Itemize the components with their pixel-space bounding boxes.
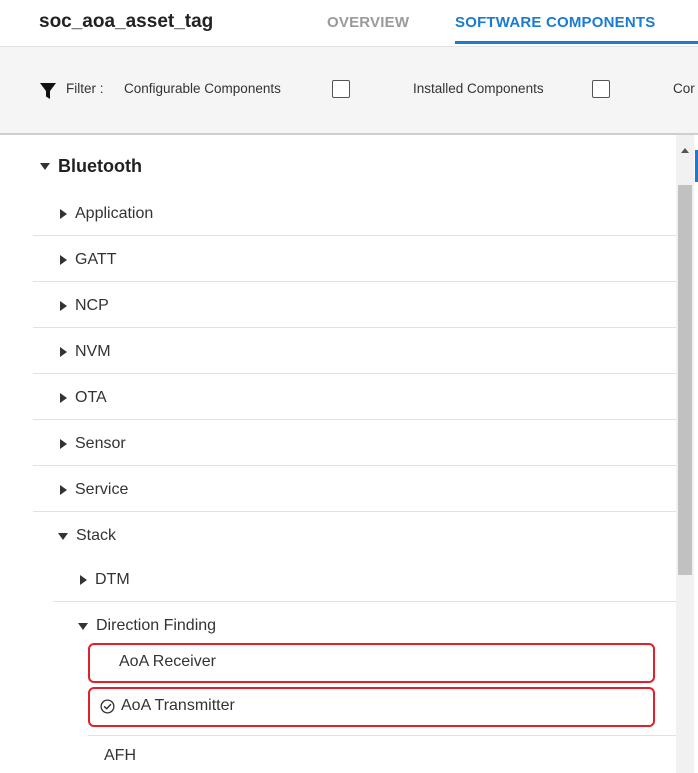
tree-item-dtm[interactable]: DTM xyxy=(53,557,676,602)
tree-item-direction-finding[interactable]: Direction Finding xyxy=(53,603,676,648)
tree-item-ota[interactable]: OTA xyxy=(33,375,676,420)
triangle-right-icon xyxy=(60,393,67,403)
tree-item-label: Service xyxy=(75,481,129,498)
check-circle-icon xyxy=(100,698,115,714)
tree-item-label: AoA Receiver xyxy=(119,653,216,670)
triangle-right-icon xyxy=(60,485,67,495)
tree-item-application[interactable]: Application xyxy=(33,191,676,236)
tree-item-nvm[interactable]: NVM xyxy=(33,329,676,374)
tree-item-label: AFH xyxy=(104,747,136,764)
triangle-right-icon xyxy=(60,347,67,357)
tree-item-label: Application xyxy=(75,205,154,222)
tree-item-bluetooth[interactable]: Bluetooth xyxy=(33,143,676,188)
installed-components-label: Installed Components xyxy=(413,81,544,96)
component-tree: Bluetooth Application GATT NCP NVM OTA S… xyxy=(0,135,676,773)
scroll-up-arrow-icon[interactable] xyxy=(681,148,689,153)
project-title: soc_aoa_asset_tag xyxy=(39,11,214,32)
triangle-right-icon xyxy=(80,575,87,585)
triangle-down-icon xyxy=(58,532,68,540)
right-edge-panel xyxy=(694,135,698,773)
tree-item-label: NCP xyxy=(75,297,109,314)
triangle-down-icon xyxy=(78,622,88,630)
cut-off-filter-label: Cor xyxy=(673,81,695,96)
triangle-right-icon xyxy=(60,301,67,311)
triangle-down-icon xyxy=(40,163,50,170)
tree-scrollbar[interactable] xyxy=(676,135,694,773)
filter-bar: Filter : Configurable Components Install… xyxy=(0,47,698,135)
tree-item-label: Sensor xyxy=(75,435,126,452)
funnel-icon xyxy=(40,83,56,99)
component-aoa-transmitter[interactable]: AoA Transmitter xyxy=(88,687,655,727)
filter-label: Filter : xyxy=(66,81,104,96)
tree-item-label: AoA Transmitter xyxy=(121,697,235,714)
component-aoa-receiver[interactable]: AoA Receiver xyxy=(88,643,655,683)
active-tab-indicator xyxy=(455,41,698,44)
triangle-right-icon xyxy=(60,255,67,265)
tab-software-components[interactable]: SOFTWARE COMPONENTS xyxy=(455,14,655,31)
installed-components-checkbox[interactable] xyxy=(592,80,610,98)
tree-item-service[interactable]: Service xyxy=(33,467,676,512)
scrollbar-thumb[interactable] xyxy=(678,185,692,575)
configurable-components-label: Configurable Components xyxy=(124,81,281,96)
tree-item-stack[interactable]: Stack xyxy=(33,513,676,558)
tree-item-label: OTA xyxy=(75,389,107,406)
tab-overview[interactable]: OVERVIEW xyxy=(327,14,409,31)
tree-item-label: NVM xyxy=(75,343,111,360)
tree-item-label: Direction Finding xyxy=(96,617,217,634)
software-components-panel: soc_aoa_asset_tag OVERVIEW SOFTWARE COMP… xyxy=(0,0,698,773)
triangle-right-icon xyxy=(60,439,67,449)
tree-item-label: GATT xyxy=(75,251,117,268)
tree-item-label: DTM xyxy=(95,571,130,588)
component-afh[interactable]: AFH xyxy=(88,737,676,773)
tree-item-gatt[interactable]: GATT xyxy=(33,237,676,282)
tree-item-label: Stack xyxy=(76,527,117,544)
triangle-right-icon xyxy=(60,209,67,219)
divider xyxy=(88,735,676,736)
tree-item-ncp[interactable]: NCP xyxy=(33,283,676,328)
tree-item-label: Bluetooth xyxy=(58,156,142,176)
header-bar: soc_aoa_asset_tag OVERVIEW SOFTWARE COMP… xyxy=(0,0,698,47)
configurable-components-checkbox[interactable] xyxy=(332,80,350,98)
tree-item-sensor[interactable]: Sensor xyxy=(33,421,676,466)
